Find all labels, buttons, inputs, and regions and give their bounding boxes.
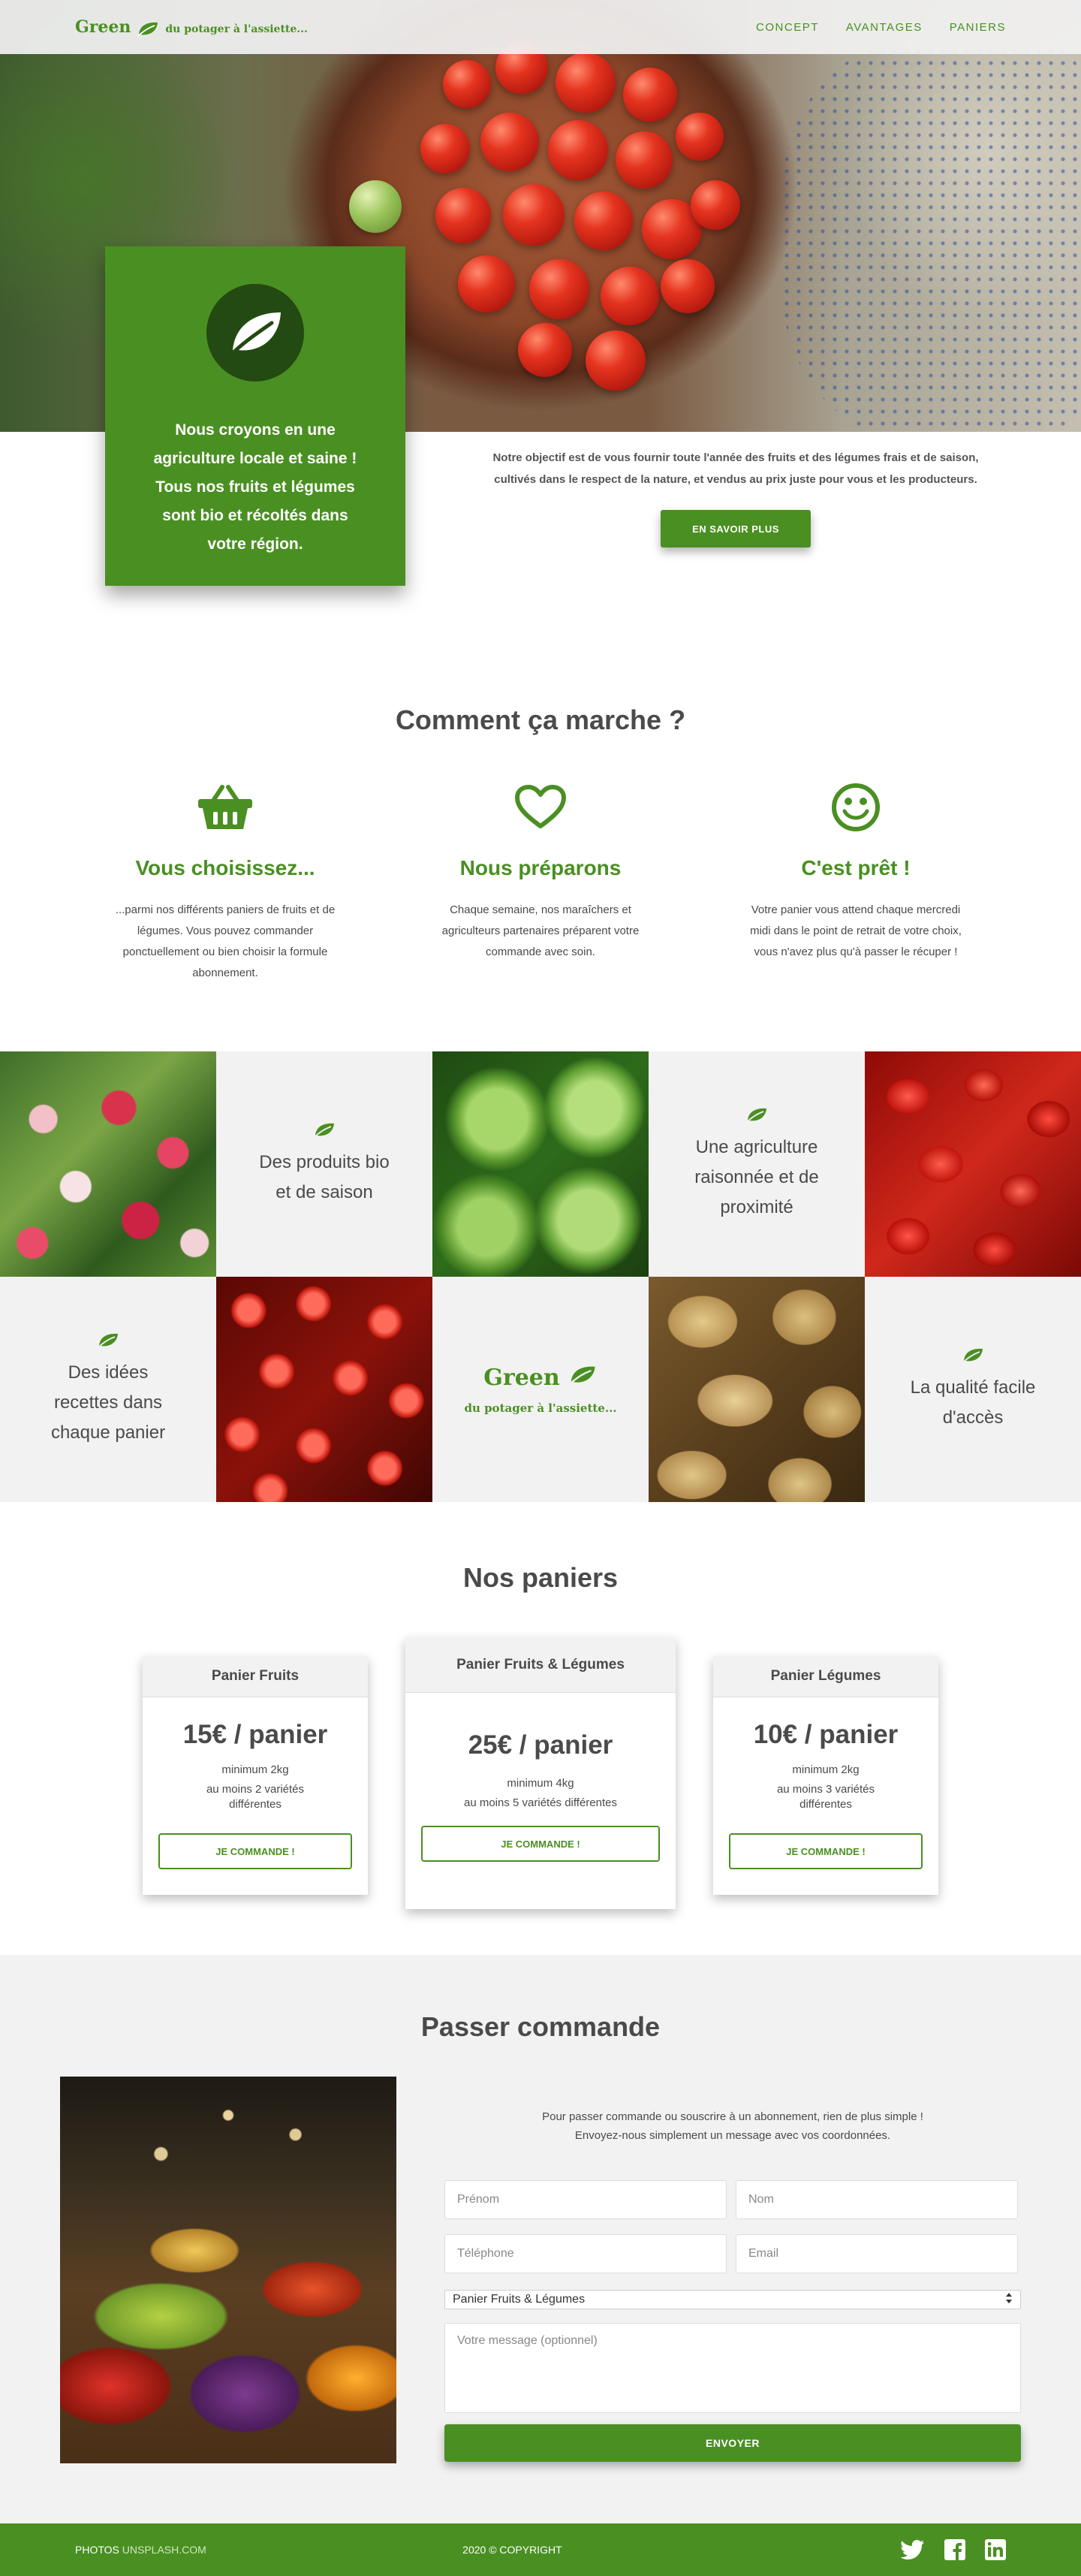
brand-logo: Green: [483, 1364, 597, 1391]
market-stall-photo: [60, 2077, 396, 2463]
linkedin-icon[interactable]: [984, 2539, 1006, 2560]
firstname-field[interactable]: [444, 2180, 727, 2219]
step-title: Vous choisissez...: [135, 856, 315, 879]
select-arrows-icon: [1005, 2292, 1013, 2308]
plans-list: Panier Fruits 15€ / panier minimum 2kg a…: [143, 1637, 938, 1915]
copyright: 2020 © COPYRIGHT: [462, 2544, 562, 2556]
leaf-icon: [568, 1364, 598, 1391]
tomatoes-photo: [216, 1277, 432, 1502]
plan-minimum: minimum 4kg: [507, 1777, 574, 1790]
photos-label: PHOTOS: [75, 2544, 119, 2556]
leaf-icon: [313, 1121, 336, 1142]
step-text: ...parmi nos différents paniers de fruit…: [115, 903, 336, 979]
facebook-icon[interactable]: [944, 2539, 965, 2560]
feature-tile: Une agriculture raisonnée et de proximit…: [649, 1051, 865, 1277]
order-button[interactable]: JE COMMANDE !: [729, 1833, 923, 1869]
leaf-icon: [745, 1106, 768, 1127]
plan-variety: au moins 2 variétés différentes: [206, 1783, 305, 1811]
mission-description: Notre objectif est de vous fournir toute…: [492, 451, 979, 486]
feature-text: Une agriculture raisonnée et de proximit…: [694, 1136, 819, 1217]
potatoes-photo: [649, 1277, 865, 1502]
glove-pattern: [781, 45, 1081, 432]
basket-icon: [113, 781, 338, 834]
step-title: C'est prêt !: [801, 856, 911, 879]
order-intro-line: Pour passer commande ou souscrire à un a…: [542, 2110, 923, 2123]
brand-tile: Green du potager à l'assiette...: [432, 1277, 649, 1502]
heart-icon: [428, 781, 653, 834]
lettuce-photo: [432, 1051, 649, 1277]
feature-tile: Des produits bio et de saison: [216, 1051, 432, 1277]
feature-text: Des produits bio et de saison: [259, 1151, 390, 1202]
order-button[interactable]: JE COMMANDE !: [158, 1833, 352, 1869]
mission-text: Nous croyons en une agriculture locale e…: [153, 421, 357, 553]
twitter-icon[interactable]: [900, 2540, 925, 2559]
order-button[interactable]: JE COMMANDE !: [421, 1826, 660, 1862]
step-text: Chaque semaine, nos maraîchers et agricu…: [441, 903, 640, 958]
leaf-icon: [137, 20, 159, 38]
step-prepare: Nous préparons Chaque semaine, nos maraî…: [428, 781, 653, 984]
nav-link-concept[interactable]: CONCEPT: [756, 21, 819, 34]
plans-title: Nos paniers: [462, 1562, 619, 1593]
plan-minimum: minimum 2kg: [221, 1763, 289, 1776]
feature-tile: La qualité facile d'accès: [865, 1277, 1081, 1502]
order-title: Passer commande: [420, 2011, 661, 2042]
photo-credits: PHOTOS UNSPLASH.COM: [75, 2544, 206, 2556]
step-ready: C'est prêt ! Votre panier vous attend ch…: [743, 781, 968, 984]
leaf-icon: [206, 284, 304, 382]
nav-link-paniers[interactable]: PANIERS: [950, 21, 1006, 34]
site-header: Green du potager à l'assiette... CONCEPT…: [0, 0, 1081, 54]
feature-tile: Des idées recettes dans chaque panier: [0, 1277, 216, 1502]
feature-text: La qualité facile d'accès: [910, 1377, 1036, 1428]
features-mosaic: Des produits bio et de saison Une agricu…: [0, 1051, 1081, 1502]
plan-name: Panier Fruits & Légumes: [405, 1637, 676, 1693]
brand-tagline: du potager à l'assiette...: [165, 23, 308, 35]
plan-price: 25€ / panier: [468, 1730, 613, 1760]
steps-list: Vous choisissez... ...parmi nos différen…: [113, 781, 968, 984]
plan-variety: au moins 3 variétés différentes: [776, 1783, 875, 1811]
plan-minimum: minimum 2kg: [792, 1763, 860, 1776]
plan-price: 10€ / panier: [753, 1720, 899, 1749]
brand-name: Green: [75, 17, 131, 37]
plan-card-vegetables: Panier Légumes 10€ / panier minimum 2kg …: [713, 1656, 938, 1895]
plan-card-mixed: Panier Fruits & Légumes 25€ / panier min…: [405, 1637, 676, 1909]
nav-link-avantages[interactable]: AVANTAGES: [846, 21, 923, 34]
peppers-photo: [865, 1051, 1081, 1277]
plan-price: 15€ / panier: [182, 1720, 328, 1749]
phone-field[interactable]: [444, 2234, 727, 2273]
basket-select[interactable]: Panier Fruits & Légumes: [444, 2290, 1021, 2309]
step-title: Nous préparons: [459, 856, 622, 879]
main-nav: CONCEPT AVANTAGES PANIERS: [756, 21, 1006, 34]
how-it-works-title: Comment ça marche ?: [395, 704, 686, 735]
leaf-icon: [97, 1332, 119, 1352]
order-intro-line: Envoyez-nous simplement un message avec …: [574, 2129, 891, 2142]
step-choose: Vous choisissez... ...parmi nos différen…: [113, 781, 338, 984]
basket-select-value: Panier Fruits & Légumes: [453, 2293, 586, 2306]
unsplash-link[interactable]: UNSPLASH.COM: [122, 2544, 206, 2556]
leaf-icon: [962, 1347, 984, 1367]
plan-variety: au moins 5 variétés différentes: [463, 1796, 617, 1809]
mission-description-block: Notre objectif est de vous fournir toute…: [488, 447, 983, 547]
order-intro: Pour passer commande ou souscrire à un a…: [444, 2107, 1021, 2145]
radishes-photo: [0, 1051, 216, 1277]
email-field[interactable]: [736, 2234, 1018, 2273]
brand-name: Green: [483, 1364, 560, 1391]
plan-name: Panier Fruits: [143, 1656, 368, 1697]
smile-icon: [743, 781, 968, 834]
lastname-field[interactable]: [736, 2180, 1018, 2219]
plan-name: Panier Légumes: [713, 1656, 938, 1697]
step-text: Votre panier vous attend chaque mercredi…: [750, 903, 962, 958]
learn-more-button[interactable]: EN SAVOIR PLUS: [661, 510, 811, 547]
brand-tagline: du potager à l'assiette...: [464, 1401, 617, 1415]
plan-card-fruits: Panier Fruits 15€ / panier minimum 2kg a…: [143, 1656, 368, 1895]
social-links: [900, 2539, 1006, 2560]
mission-card: Nous croyons en une agriculture locale e…: [105, 246, 405, 586]
feature-text: Des idées recettes dans chaque panier: [50, 1362, 166, 1443]
site-footer: PHOTOS UNSPLASH.COM 2020 © COPYRIGHT: [0, 2523, 1081, 2576]
submit-button[interactable]: ENVOYER: [444, 2424, 1021, 2462]
message-field[interactable]: [444, 2323, 1021, 2413]
brand-logo[interactable]: Green du potager à l'assiette...: [75, 17, 308, 38]
order-section: Passer commande Pour passer commande ou …: [0, 1955, 1081, 2523]
